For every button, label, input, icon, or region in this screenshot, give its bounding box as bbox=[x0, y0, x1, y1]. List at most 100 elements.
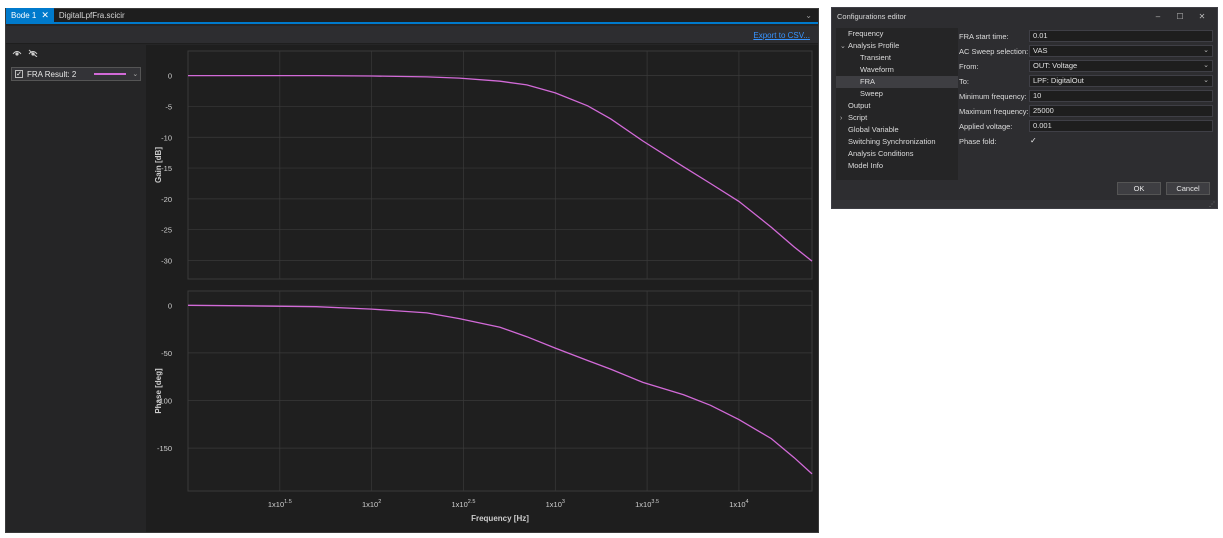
x-tick-label: 1x104 bbox=[729, 499, 748, 509]
y-tick-label: 0 bbox=[168, 301, 172, 310]
tree-item-label: Analysis Profile bbox=[848, 41, 900, 50]
tree-item-label: Global Variable bbox=[848, 125, 899, 134]
property-label: FRA start time: bbox=[959, 32, 1009, 41]
cancel-button[interactable]: Cancel bbox=[1166, 182, 1210, 195]
tree-item-label: Transient bbox=[860, 53, 891, 62]
tree-item-label: Script bbox=[848, 113, 868, 122]
property-label: Phase fold: bbox=[959, 137, 997, 146]
y-tick-label: -5 bbox=[165, 102, 172, 111]
tree-item-global-variable[interactable]: Global Variable bbox=[836, 124, 958, 136]
tab-label: Bode 1 bbox=[11, 11, 37, 20]
y-tick-label: 0 bbox=[168, 72, 172, 81]
x-axis-label: Frequency [Hz] bbox=[471, 514, 529, 523]
property-value: 25000 bbox=[1033, 106, 1054, 115]
phase-plot-frame bbox=[187, 290, 813, 492]
property-label: From: bbox=[959, 62, 979, 71]
phase-fold-checkbox[interactable]: ✓ bbox=[1030, 136, 1037, 145]
tree-item-sweep[interactable]: Sweep bbox=[836, 88, 958, 100]
maximize-icon[interactable]: ☐ bbox=[1169, 12, 1191, 21]
legend-item[interactable]: ✓ FRA Result: 2 ⌄ bbox=[11, 67, 141, 81]
resize-grip-icon[interactable]: ⋰ bbox=[1209, 201, 1215, 208]
x-tick-label: 1x102.5 bbox=[452, 499, 476, 509]
tree-item-label: Output bbox=[848, 101, 871, 110]
tree-item-output[interactable]: Output bbox=[836, 100, 958, 112]
tab-label: DigitalLpfFra.scicir bbox=[58, 11, 125, 20]
export-csv-link[interactable]: Export to CSV... bbox=[753, 31, 810, 40]
property-input[interactable]: 0.001 bbox=[1029, 120, 1213, 132]
property-value: 0.01 bbox=[1033, 31, 1048, 40]
tree-item-model-info[interactable]: Model Info bbox=[836, 160, 958, 172]
x-tick-label: 1x103.5 bbox=[635, 499, 659, 509]
close-icon[interactable]: ✕ bbox=[1191, 12, 1213, 21]
y-tick-label: -25 bbox=[161, 226, 172, 235]
property-row: Maximum frequency: 25000 bbox=[959, 104, 1215, 119]
y-tick-label: -20 bbox=[161, 195, 172, 204]
legend-panel: ✓ FRA Result: 2 ⌄ bbox=[6, 45, 144, 532]
chevron-icon[interactable]: ⌄ bbox=[840, 41, 848, 53]
tab-circuit-file[interactable]: DigitalLpfFra.scicir bbox=[54, 8, 130, 23]
tree-item-transient[interactable]: Transient bbox=[836, 52, 958, 64]
chevron-down-icon: ⌄ bbox=[1203, 62, 1209, 69]
configurations-editor-window: Configurations editor – ☐ ✕ Frequency ⌄ An… bbox=[831, 7, 1218, 209]
minimize-icon[interactable]: – bbox=[1147, 12, 1169, 21]
property-value: 10 bbox=[1033, 91, 1042, 100]
eye-hidden-icon[interactable] bbox=[28, 49, 38, 57]
chevron-down-icon: ⌄ bbox=[1203, 47, 1209, 54]
toolbar: Export to CSV... bbox=[6, 26, 818, 44]
property-input[interactable]: 25000 bbox=[1029, 105, 1213, 117]
property-label: Applied voltage: bbox=[959, 122, 1013, 131]
close-icon[interactable]: ✕ bbox=[41, 10, 49, 21]
property-row: FRA start time: 0.01 bbox=[959, 29, 1215, 44]
property-value: VAS bbox=[1033, 46, 1048, 55]
tree-item-label: Analysis Conditions bbox=[848, 149, 914, 158]
chevron-down-icon[interactable]: ⌄ bbox=[805, 11, 812, 20]
tree-item-switching-synchronization[interactable]: Switching Synchronization bbox=[836, 136, 958, 148]
x-tick-label: 1x101.5 bbox=[268, 499, 292, 509]
property-row: Applied voltage: 0.001 bbox=[959, 119, 1215, 134]
chevron-down-icon: ⌄ bbox=[1203, 77, 1209, 84]
tree-item-label: Sweep bbox=[860, 89, 883, 98]
tab-bode-1[interactable]: Bode 1 ✕ bbox=[6, 8, 54, 23]
tree-item-frequency[interactable]: Frequency bbox=[836, 28, 958, 40]
property-value: OUT: Voltage bbox=[1033, 61, 1078, 70]
property-label: To: bbox=[959, 77, 970, 86]
gain-y-axis-label: Gain [dB] bbox=[154, 147, 163, 183]
config-tree: Frequency ⌄ Analysis Profile Transient Wavef… bbox=[836, 28, 958, 180]
property-row: From: OUT: Voltage ⌄ bbox=[959, 59, 1215, 74]
tab-bar: Bode 1 ✕ DigitalLpfFra.scicir ⌄ bbox=[6, 8, 818, 24]
tree-item-label: Model Info bbox=[848, 161, 884, 170]
property-grid: FRA start time: 0.01 AC Sweep selection: VA… bbox=[959, 29, 1215, 149]
tree-item-fra[interactable]: FRA bbox=[836, 76, 958, 88]
property-dropdown[interactable]: OUT: Voltage ⌄ bbox=[1029, 60, 1213, 72]
property-dropdown[interactable]: LPF: DigitalOut ⌄ bbox=[1029, 75, 1213, 87]
y-tick-label: -150 bbox=[157, 444, 172, 453]
x-tick-label: 1x103 bbox=[546, 499, 565, 509]
tree-item-waveform[interactable]: Waveform bbox=[836, 64, 958, 76]
legend-checkbox[interactable]: ✓ bbox=[15, 70, 23, 78]
y-tick-label: -30 bbox=[161, 257, 172, 266]
ok-button[interactable]: OK bbox=[1117, 182, 1161, 195]
tree-item-analysis-conditions[interactable]: Analysis Conditions bbox=[836, 148, 958, 160]
chevron-down-icon[interactable]: ⌄ bbox=[132, 70, 138, 78]
property-row: Minimum frequency: 10 bbox=[959, 89, 1215, 104]
legend-item-label: FRA Result: 2 bbox=[27, 69, 77, 79]
eye-icon[interactable] bbox=[12, 49, 22, 57]
tree-item-analysis-profile[interactable]: ⌄ Analysis Profile bbox=[836, 40, 958, 52]
legend-color-swatch bbox=[94, 73, 127, 75]
y-tick-label: -10 bbox=[161, 133, 172, 142]
y-tick-label: -50 bbox=[161, 349, 172, 358]
gain-chart[interactable]: 0-5-10-15-20-25-30 Gain [dB] bbox=[146, 45, 818, 285]
bode-window: Bode 1 ✕ DigitalLpfFra.scicir ⌄ Export t… bbox=[5, 8, 819, 533]
property-input[interactable]: 10 bbox=[1029, 90, 1213, 102]
property-row: AC Sweep selection: VAS ⌄ bbox=[959, 44, 1215, 59]
plot-area: 0 -5 -10 -15 -20 -25 -30 Gain [dB] 0 -50 -100 -15… bbox=[146, 45, 818, 532]
tree-item-script[interactable]: › Script bbox=[836, 112, 958, 124]
property-label: Maximum frequency: bbox=[959, 107, 1029, 116]
status-bar: ⋰ bbox=[832, 200, 1217, 208]
chevron-icon[interactable]: › bbox=[840, 113, 848, 125]
phase-chart[interactable]: 0-50-100-150 1x101.5 1x102 1x102.5 1x103 1x1… bbox=[146, 285, 818, 532]
property-dropdown[interactable]: VAS ⌄ bbox=[1029, 45, 1213, 57]
tree-item-label: Switching Synchronization bbox=[848, 137, 936, 146]
property-input[interactable]: 0.01 bbox=[1029, 30, 1213, 42]
window-controls: – ☐ ✕ bbox=[1147, 12, 1213, 21]
